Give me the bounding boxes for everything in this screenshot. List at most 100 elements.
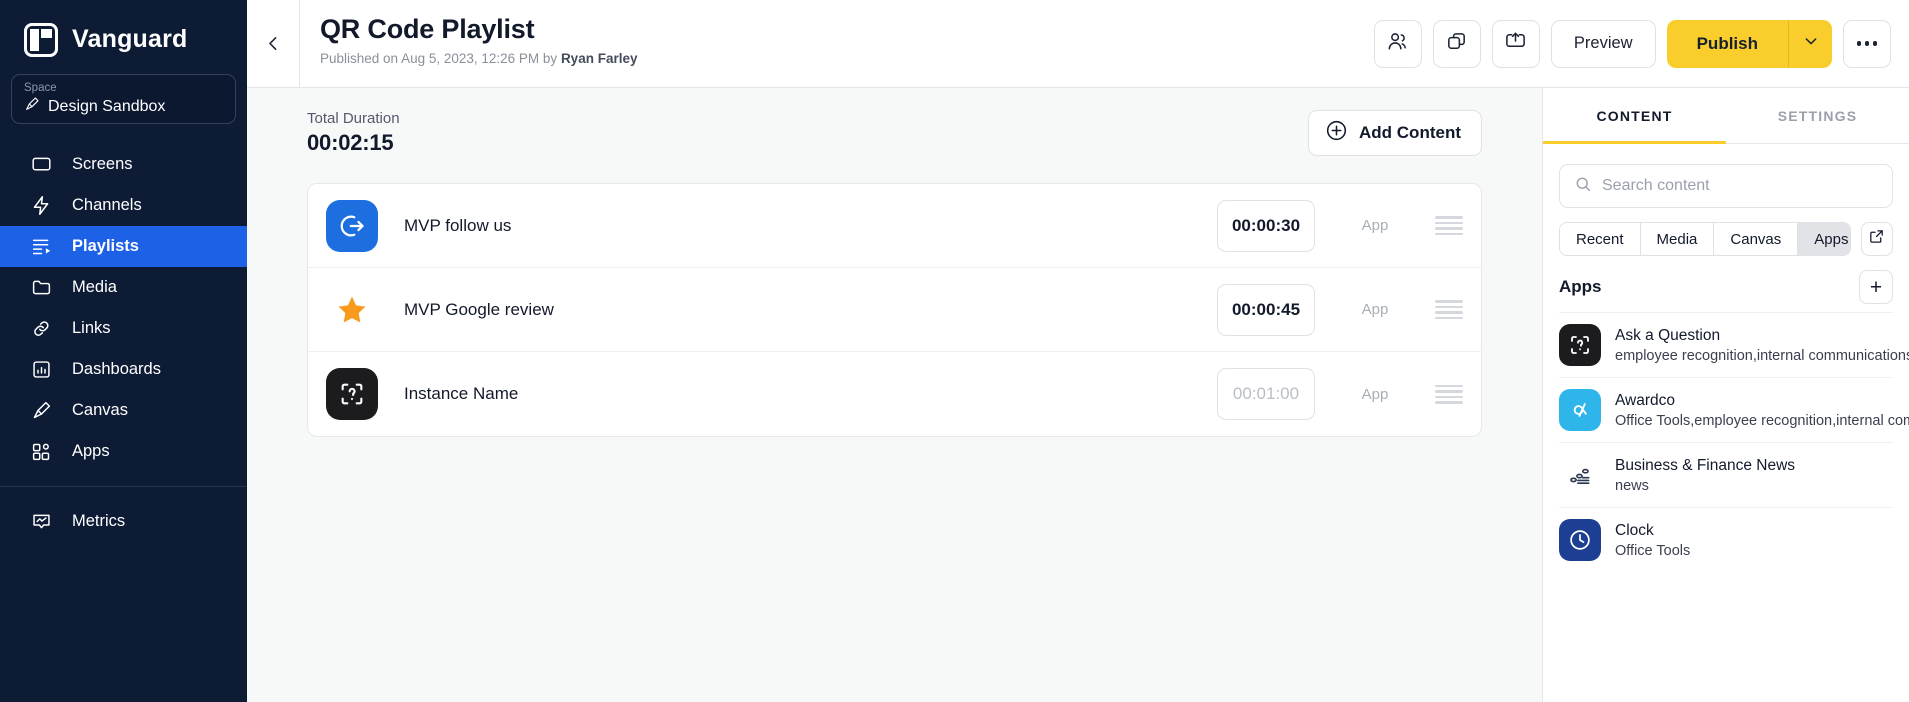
publish-button[interactable]: Publish (1666, 19, 1788, 68)
brand-name: Vanguard (72, 25, 188, 53)
sidebar-item-screens[interactable]: Screens (0, 144, 247, 185)
filter-media[interactable]: Media (1640, 223, 1715, 255)
sidebar-item-dashboards[interactable]: Dashboards (0, 349, 247, 390)
sidebar-label-links: Links (72, 319, 111, 337)
body-row: Total Duration 00:02:15 Add Content MVP … (247, 88, 1909, 702)
list-item[interactable]: Ask a Question employee recognition,inte… (1559, 312, 1909, 377)
row-name: Instance Name (404, 384, 519, 403)
published-meta: Published on Aug 5, 2023, 12:26 PM by Ry… (320, 51, 1374, 66)
list-item[interactable]: Clock Office Tools (1559, 507, 1893, 572)
sidebar-item-canvas[interactable]: Canvas (0, 390, 247, 431)
row-duration-input[interactable]: 00:01:00 (1217, 368, 1315, 420)
link-icon (30, 318, 52, 340)
drag-handle-icon[interactable] (1435, 216, 1463, 235)
sidebar-item-metrics[interactable]: Metrics (0, 501, 247, 542)
sidebar-item-links[interactable]: Links (0, 308, 247, 349)
playlist-icon (30, 236, 52, 258)
published-prefix: Published on Aug 5, 2023, 12:26 PM by (320, 50, 561, 66)
space-selector[interactable]: Space Design Sandbox (11, 74, 236, 124)
external-link-icon (1868, 228, 1885, 250)
sidebar-label-channels: Channels (72, 196, 142, 214)
space-label: Space (24, 82, 57, 94)
app-subtitle: news (1615, 477, 1649, 494)
sidebar-label-screens: Screens (72, 155, 133, 173)
brush-icon (30, 400, 52, 422)
title-block: QR Code Playlist Published on Aug 5, 202… (299, 0, 1374, 88)
filter-recent[interactable]: Recent (1560, 223, 1641, 255)
filter-pills: Recent Media Canvas Apps (1559, 222, 1851, 256)
panel-tabs: CONTENT SETTINGS (1543, 88, 1909, 144)
drag-handle-icon[interactable] (1435, 300, 1463, 319)
finance-news-icon (1559, 454, 1601, 496)
push-to-screen-button[interactable] (1491, 19, 1540, 68)
space-name: Design Sandbox (48, 97, 166, 115)
playlist-editor-header: Total Duration 00:02:15 Add Content (307, 110, 1482, 156)
list-item[interactable]: Business & Finance News news (1559, 442, 1893, 507)
sidebar-label-canvas: Canvas (72, 401, 128, 419)
tab-settings[interactable]: SETTINGS (1726, 88, 1909, 143)
app-subtitle: Office Tools (1615, 542, 1691, 559)
list-item-text: Ask a Question employee recognition,inte… (1615, 327, 1909, 364)
chevron-down-icon (1803, 33, 1819, 54)
topbar-actions: Preview Publish (1373, 19, 1891, 68)
screen-upload-icon (1504, 30, 1527, 58)
users-icon (1386, 30, 1409, 58)
apps-section-header: Apps + (1559, 270, 1893, 304)
add-content-label: Add Content (1359, 123, 1461, 142)
qr-question-icon (326, 368, 378, 420)
add-content-button[interactable]: Add Content (1308, 110, 1482, 156)
row-type: App (1361, 385, 1389, 403)
tab-content[interactable]: CONTENT (1543, 88, 1726, 144)
publish-dropdown-button[interactable] (1788, 19, 1832, 68)
exit-arrow-icon (326, 199, 378, 252)
bolt-icon (30, 195, 52, 217)
monitor-icon (30, 154, 52, 176)
folder-icon (30, 277, 52, 299)
dot-3 (1872, 41, 1878, 46)
space-value-row: Design Sandbox (24, 96, 223, 117)
filter-apps[interactable]: Apps (1798, 223, 1850, 255)
sidebar-label-media: Media (72, 278, 117, 296)
main-column: QR Code Playlist Published on Aug 5, 202… (247, 0, 1909, 702)
sidebar-item-playlists[interactable]: Playlists (0, 226, 247, 267)
add-app-button[interactable]: + (1859, 270, 1893, 304)
sidebar-divider (0, 486, 247, 487)
table-row[interactable]: MVP follow us 00:00:30 App (308, 184, 1481, 268)
search-input[interactable] (1602, 177, 1878, 195)
share-users-button[interactable] (1373, 19, 1422, 68)
list-item[interactable]: Awardco Office Tools,employee recognitio… (1559, 377, 1909, 442)
filter-row: Recent Media Canvas Apps (1559, 222, 1893, 256)
open-external-button[interactable] (1860, 222, 1893, 256)
back-button[interactable] (247, 0, 299, 88)
row-name: MVP follow us (404, 215, 512, 235)
dot-1 (1856, 41, 1862, 46)
more-options-button[interactable] (1843, 19, 1891, 68)
panel-body: Recent Media Canvas Apps Apps (1543, 144, 1909, 572)
playlist-editor: Total Duration 00:02:15 Add Content MVP … (247, 88, 1542, 702)
clock-icon (1559, 519, 1601, 561)
publish-group: Publish (1666, 19, 1832, 68)
filter-canvas[interactable]: Canvas (1714, 223, 1799, 255)
row-duration-input[interactable]: 00:00:45 (1217, 283, 1315, 336)
sidebar-label-dashboards: Dashboards (72, 360, 161, 378)
apps-icon (30, 441, 52, 463)
duplicate-button[interactable] (1432, 19, 1481, 68)
row-duration-input[interactable]: 00:00:30 (1217, 199, 1315, 252)
search-content-box[interactable] (1559, 164, 1893, 208)
table-row[interactable]: MVP Google review 00:00:45 App (308, 268, 1481, 352)
sidebar-item-channels[interactable]: Channels (0, 185, 247, 226)
sidebar-item-media[interactable]: Media (0, 267, 247, 308)
brand[interactable]: Vanguard (0, 0, 247, 62)
sidebar-item-apps[interactable]: Apps (0, 431, 247, 472)
dot-2 (1864, 41, 1870, 46)
list-item-text: Awardco Office Tools,employee recognitio… (1615, 392, 1909, 429)
chart-icon (30, 359, 52, 381)
sidebar-label-playlists: Playlists (72, 237, 139, 255)
app-subtitle: employee recognition,internal communicat… (1615, 347, 1909, 364)
row-type: App (1361, 217, 1389, 234)
metrics-icon (30, 511, 52, 533)
drag-handle-icon[interactable] (1435, 384, 1463, 404)
table-row[interactable]: Instance Name 00:01:00 App (308, 352, 1481, 436)
preview-button[interactable]: Preview (1550, 19, 1656, 68)
row-name: MVP Google review (404, 299, 554, 319)
